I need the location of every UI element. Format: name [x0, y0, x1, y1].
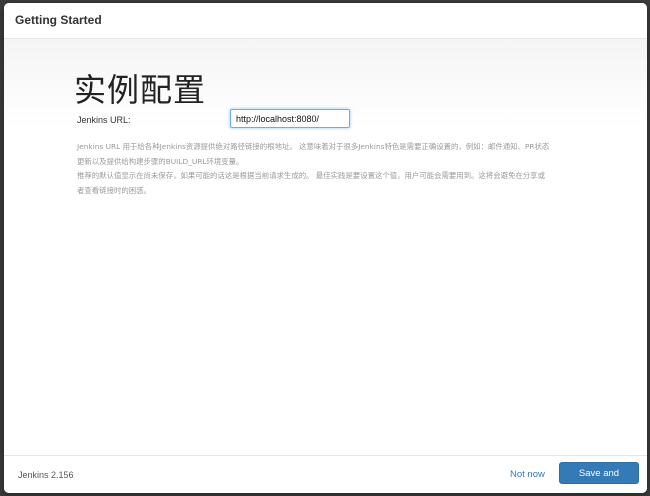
- dialog-title: Getting Started: [15, 13, 102, 27]
- jenkins-url-help: Jenkins URL 用于给各种Jenkins资源提供绝对路径链接的根地址。 …: [77, 140, 577, 198]
- save-and-finish-button[interactable]: Save and Finish: [559, 462, 639, 493]
- help-line: Jenkins URL 用于给各种Jenkins资源提供绝对路径链接的根地址。 …: [77, 142, 550, 151]
- dialog-footer: Jenkins 2.156 Not now Save and Finish: [4, 455, 647, 493]
- setup-dialog: Getting Started 实例配置 Jenkins URL: Jenkin…: [4, 3, 647, 493]
- jenkins-url-input[interactable]: [230, 109, 350, 128]
- version-label: Jenkins 2.156: [18, 470, 74, 480]
- help-line: 者查看链接时的困惑。: [77, 185, 151, 195]
- dialog-header: Getting Started: [4, 3, 647, 39]
- help-line: 推荐的默认值显示在尚未保存，如果可能的话这是根据当前请求生成的。 最佳实践是要设…: [77, 171, 545, 180]
- dialog-content: 实例配置 Jenkins URL: Jenkins URL 用于给各种Jenki…: [4, 39, 647, 455]
- not-now-button[interactable]: Not now: [504, 465, 551, 485]
- page-title: 实例配置: [74, 71, 207, 109]
- jenkins-url-label: Jenkins URL:: [77, 115, 131, 125]
- help-line: 更新以及提供给构建步骤的BUILD_URL环境变量。: [77, 156, 244, 166]
